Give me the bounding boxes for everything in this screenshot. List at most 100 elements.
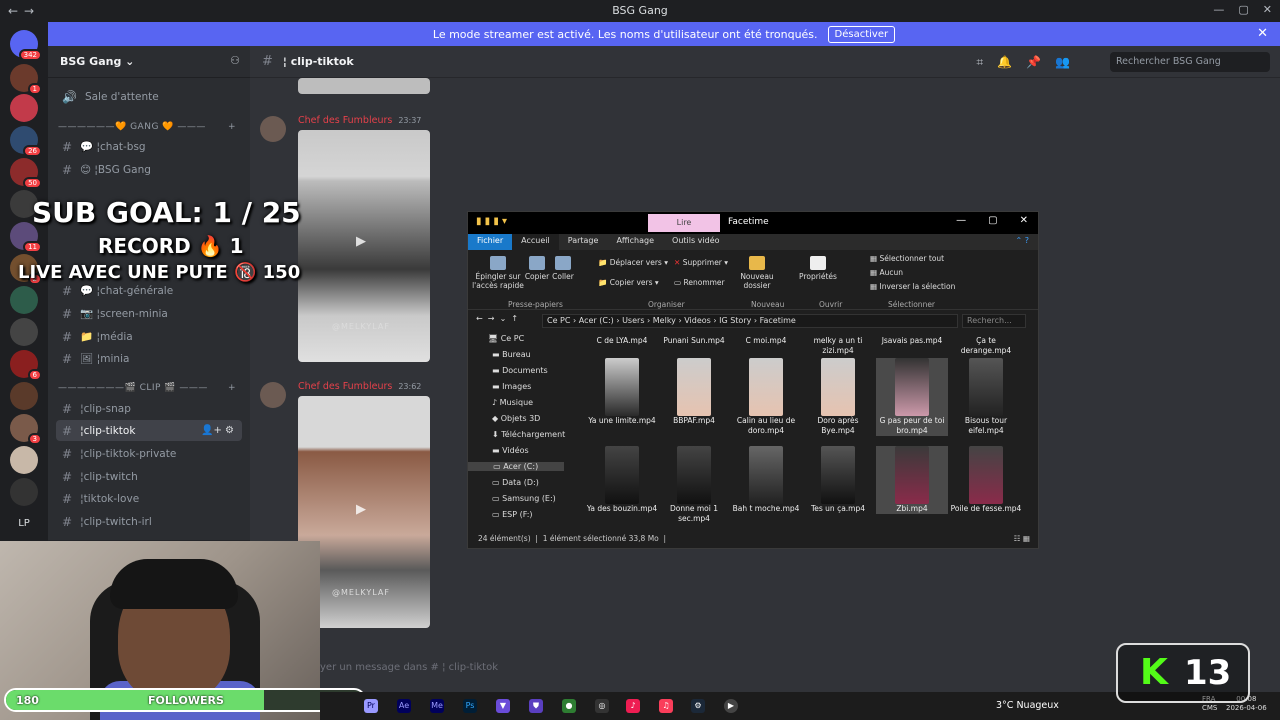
delete-button[interactable]: ✕ Supprimer ▾: [674, 258, 728, 267]
video-file[interactable]: Donne moi 1 sec.mp4: [658, 446, 730, 524]
window-controls[interactable]: — ▢ ✕: [1213, 3, 1272, 16]
channel-clip-twitch-irl[interactable]: # ¦ clip-twitch-irl: [56, 511, 242, 532]
guild-header[interactable]: BSG Gang ⌄ ⚇: [48, 46, 250, 78]
tab-affichage[interactable]: Affichage: [607, 234, 663, 250]
disable-button[interactable]: Désactiver: [827, 25, 896, 43]
explorer-window-controls[interactable]: — ▢ ✕: [956, 215, 1028, 226]
video-file[interactable]: Bah t moche.mp4: [730, 446, 802, 514]
nav-buttons[interactable]: ← → ⌄ ↑: [476, 314, 518, 323]
video-file[interactable]: Ya des bouzin.mp4: [586, 446, 658, 514]
channel-bsg-gang[interactable]: # 😊 ¦ BSG Gang: [56, 159, 242, 180]
play-icon[interactable]: ▶: [356, 234, 372, 250]
file-label[interactable]: Jsavais pas.mp4: [876, 336, 948, 346]
file-label[interactable]: C moi.mp4: [730, 336, 802, 346]
copy-to-button[interactable]: 📁 Copier vers ▾: [598, 278, 659, 287]
server-icon[interactable]: [10, 286, 38, 314]
message-input[interactable]: yer un message dans # ¦ clip-tiktok: [310, 656, 1070, 680]
file-label[interactable]: melky a un ti zizi.mp4: [802, 336, 874, 356]
tree-item-selected[interactable]: ▭ Acer (C:): [468, 462, 564, 471]
app-icon[interactable]: ▼: [496, 699, 510, 713]
video-file[interactable]: Calin au lieu de doro.mp4: [730, 358, 802, 436]
video-attachment[interactable]: ▶ @MELKYLAF: [298, 130, 430, 362]
tab-outils-video[interactable]: Outils vidéo: [663, 234, 729, 250]
media-encoder-icon[interactable]: Me: [430, 699, 444, 713]
new-folder-button[interactable]: Nouveau dossier: [738, 256, 776, 290]
channel-chat-bsg[interactable]: # 💬 ¦ chat-bsg: [56, 136, 242, 157]
server-icon[interactable]: 6: [10, 350, 42, 381]
add-channel-icon[interactable]: +: [228, 383, 236, 393]
server-icon[interactable]: [10, 318, 38, 346]
avatar[interactable]: [260, 382, 286, 408]
explorer-search-input[interactable]: Recherch...: [962, 314, 1026, 328]
file-label[interactable]: Punani Sun.mp4: [658, 336, 730, 346]
music-icon[interactable]: ♫: [659, 699, 673, 713]
server-icon[interactable]: [10, 94, 38, 122]
path-breadcrumb[interactable]: Ce PC › Acer (C:) › Users › Melky › Vide…: [542, 314, 958, 328]
tree-item[interactable]: 🖥 Ce PC: [488, 334, 524, 343]
premiere-icon[interactable]: Pr: [364, 699, 378, 713]
channel-sale-attente[interactable]: 🔊 Sale d'attente: [56, 86, 242, 107]
tree-item[interactable]: ▭ ESP (F:): [492, 510, 533, 519]
video-file[interactable]: G pas peur de toi bro.mp4: [876, 358, 948, 436]
view-toggle-icons[interactable]: ☷ ▦: [1014, 534, 1030, 543]
channel-clip-tiktok[interactable]: # ¦ clip-tiktok 👤+ ⚙: [56, 420, 242, 441]
tree-item[interactable]: ▬ Vidéos: [492, 446, 529, 455]
obs-icon[interactable]: ◎: [595, 699, 609, 713]
invert-selection-button[interactable]: ▦ Inverser la sélection: [870, 282, 955, 291]
category-clip[interactable]: ———————🎬 CLIP 🎬 ——— +: [58, 383, 236, 393]
play-icon[interactable]: ▶: [356, 502, 372, 518]
video-file[interactable]: Ya une limite.mp4: [586, 358, 658, 426]
avatar[interactable]: [260, 116, 286, 142]
server-icon[interactable]: [10, 382, 38, 410]
channel-clip-twitch[interactable]: # ¦ clip-twitch: [56, 466, 242, 487]
tiktok-icon[interactable]: ♪: [626, 699, 640, 713]
tree-item[interactable]: ▭ Data (D:): [492, 478, 539, 487]
channel-minia[interactable]: # 🖼 ¦ minia: [56, 348, 242, 369]
select-all-button[interactable]: ▦ Sélectionner tout: [870, 254, 944, 263]
file-label[interactable]: C de LYA.mp4: [586, 336, 658, 346]
context-tab[interactable]: Lire: [648, 214, 720, 232]
channel-screen-minia[interactable]: # 📷 ¦ screen-minia: [56, 303, 242, 324]
server-icon[interactable]: [10, 446, 38, 474]
video-file[interactable]: Bisous tour eifel.mp4: [950, 358, 1022, 436]
maximize-icon[interactable]: ▢: [1238, 3, 1248, 16]
tab-accueil[interactable]: Accueil: [512, 234, 559, 250]
tree-item[interactable]: ◆ Objets 3D: [492, 414, 540, 423]
move-to-button[interactable]: 📁 Déplacer vers ▾: [598, 258, 668, 267]
copy-button[interactable]: Copier: [524, 256, 550, 281]
search-input[interactable]: Rechercher BSG Gang: [1110, 52, 1270, 72]
channel-clip-tiktok-private[interactable]: # ¦ clip-tiktok-private: [56, 443, 242, 464]
select-none-button[interactable]: ▦ Aucun: [870, 268, 903, 277]
pin-icon[interactable]: 📌: [1026, 55, 1041, 70]
message-author[interactable]: Chef des Fumbleurs 23:62: [298, 381, 421, 392]
player-icon[interactable]: ▶: [724, 699, 738, 713]
channel-tiktok-love[interactable]: # ¦ tiktok-love: [56, 488, 242, 509]
channel-settings-icons[interactable]: 👤+ ⚙: [201, 425, 234, 436]
banner-close-icon[interactable]: ✕: [1257, 26, 1268, 41]
tree-item[interactable]: ▬ Documents: [492, 366, 548, 375]
help-icon[interactable]: ⌃ ?: [1007, 234, 1039, 250]
tab-fichier[interactable]: Fichier: [468, 234, 513, 250]
video-file[interactable]: BBPAF.mp4: [658, 358, 730, 426]
members-icon[interactable]: 👥: [1055, 55, 1070, 70]
video-file[interactable]: Doro après Bye.mp4: [802, 358, 874, 436]
message-author[interactable]: Chef des Fumbleurs 23:37: [298, 115, 421, 126]
server-icon[interactable]: 26: [10, 126, 42, 157]
server-icon[interactable]: 50: [10, 158, 42, 189]
photoshop-icon[interactable]: Ps: [463, 699, 477, 713]
tree-item[interactable]: ⬇ Téléchargement: [492, 430, 565, 439]
server-lp[interactable]: LP: [10, 510, 38, 538]
tree-item[interactable]: ▭ Samsung (E:): [492, 494, 556, 503]
paste-button[interactable]: Coller: [550, 256, 576, 281]
tree-item[interactable]: ▬ Images: [492, 382, 531, 391]
tab-partage[interactable]: Partage: [559, 234, 608, 250]
server-icon[interactable]: 1: [10, 64, 42, 95]
server-icon[interactable]: 3: [10, 414, 42, 445]
home-server-icon[interactable]: 342: [10, 30, 42, 61]
video-file[interactable]: Tes un ça.mp4: [802, 446, 874, 514]
tree-item[interactable]: ♪ Musique: [492, 398, 533, 407]
properties-button[interactable]: Propriétés: [798, 256, 838, 281]
bell-icon[interactable]: 🔔: [997, 55, 1012, 70]
quick-access-icons[interactable]: ▮ ▮ ▮ ▾: [476, 216, 507, 227]
tree-item[interactable]: ▬ Bureau: [492, 350, 531, 359]
